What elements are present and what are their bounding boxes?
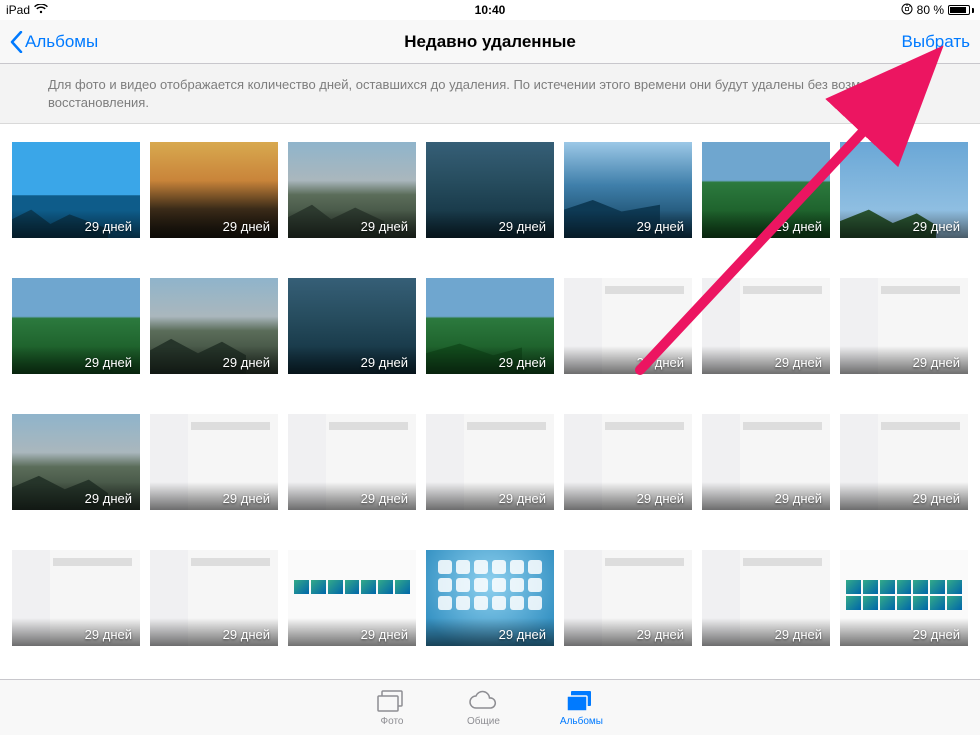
photo-thumb[interactable]: 29 дней <box>564 414 692 510</box>
orientation-lock-icon <box>901 3 913 18</box>
page-title: Недавно удаленные <box>404 32 576 52</box>
photo-thumb[interactable]: 29 дней <box>150 142 278 238</box>
tab-shared[interactable]: Общие <box>467 688 500 727</box>
days-remaining: 29 дней <box>775 355 822 370</box>
nav-bar: Альбомы Недавно удаленные Выбрать <box>0 20 980 64</box>
days-remaining: 29 дней <box>223 627 270 642</box>
photo-thumb[interactable]: 29 дней <box>150 414 278 510</box>
days-remaining: 29 дней <box>913 219 960 234</box>
status-bar: iPad 10:40 80 % <box>0 0 980 20</box>
photo-thumb[interactable]: 29 дней <box>840 142 968 238</box>
days-remaining: 29 дней <box>775 219 822 234</box>
days-remaining: 29 дней <box>85 219 132 234</box>
device-label: iPad <box>6 3 30 17</box>
cloud-icon <box>467 688 499 714</box>
photo-thumb[interactable]: 29 дней <box>840 278 968 374</box>
tab-albums[interactable]: Альбомы <box>560 688 603 727</box>
photo-thumb[interactable]: 29 дней <box>564 550 692 646</box>
photo-thumb[interactable]: 29 дней <box>426 550 554 646</box>
days-remaining: 29 дней <box>85 355 132 370</box>
days-remaining: 29 дней <box>499 219 546 234</box>
days-remaining: 29 дней <box>223 491 270 506</box>
photo-thumb[interactable]: 29 дней <box>288 142 416 238</box>
tab-label: Фото <box>381 716 404 727</box>
days-remaining: 29 дней <box>913 491 960 506</box>
days-remaining: 29 дней <box>499 627 546 642</box>
photo-thumb[interactable]: 29 дней <box>426 142 554 238</box>
photo-thumb[interactable]: 29 дней <box>150 278 278 374</box>
tab-photos[interactable]: Фото <box>377 688 407 727</box>
days-remaining: 29 дней <box>499 355 546 370</box>
photos-icon <box>377 688 407 714</box>
days-remaining: 29 дней <box>85 491 132 506</box>
select-button[interactable]: Выбрать <box>902 32 970 52</box>
photo-thumb[interactable]: 29 дней <box>12 550 140 646</box>
photo-thumb[interactable]: 29 дней <box>702 142 830 238</box>
photo-thumb[interactable]: 29 дней <box>702 550 830 646</box>
albums-icon <box>566 688 596 714</box>
battery-icon <box>948 5 974 15</box>
tab-label: Альбомы <box>560 716 603 727</box>
battery-percent: 80 % <box>917 3 944 17</box>
photo-thumb[interactable]: 29 дней <box>288 414 416 510</box>
photo-thumb[interactable]: 29 дней <box>564 278 692 374</box>
status-time: 10:40 <box>475 0 506 20</box>
back-label: Альбомы <box>25 32 98 52</box>
photo-thumb[interactable]: 29 дней <box>426 414 554 510</box>
days-remaining: 29 дней <box>361 627 408 642</box>
photo-grid: 29 дней 29 дней 29 дней 29 дней 29 дней … <box>0 124 980 646</box>
days-remaining: 29 дней <box>775 627 822 642</box>
photo-thumb[interactable]: 29 дней <box>840 550 968 646</box>
days-remaining: 29 дней <box>637 355 684 370</box>
days-remaining: 29 дней <box>637 219 684 234</box>
photo-thumb[interactable]: 29 дней <box>564 142 692 238</box>
photo-thumb[interactable]: 29 дней <box>12 142 140 238</box>
back-button[interactable]: Альбомы <box>10 31 98 53</box>
days-remaining: 29 дней <box>913 355 960 370</box>
days-remaining: 29 дней <box>499 491 546 506</box>
photo-thumb[interactable]: 29 дней <box>150 550 278 646</box>
days-remaining: 29 дней <box>361 355 408 370</box>
days-remaining: 29 дней <box>913 627 960 642</box>
photo-thumb[interactable]: 29 дней <box>840 414 968 510</box>
days-remaining: 29 дней <box>637 491 684 506</box>
wifi-icon <box>34 3 48 17</box>
photo-thumb[interactable]: 29 дней <box>702 414 830 510</box>
tab-label: Общие <box>467 716 500 727</box>
days-remaining: 29 дней <box>361 219 408 234</box>
chevron-left-icon <box>10 31 23 53</box>
photo-thumb[interactable]: 29 дней <box>288 550 416 646</box>
days-remaining: 29 дней <box>361 491 408 506</box>
days-remaining: 29 дней <box>223 219 270 234</box>
photo-thumb[interactable]: 29 дней <box>702 278 830 374</box>
photo-thumb[interactable]: 29 дней <box>12 278 140 374</box>
photo-thumb[interactable]: 29 дней <box>288 278 416 374</box>
tab-bar: Фото Общие Альбомы <box>0 679 980 735</box>
info-banner: Для фото и видео отображается количество… <box>0 64 980 124</box>
days-remaining: 29 дней <box>85 627 132 642</box>
days-remaining: 29 дней <box>637 627 684 642</box>
photo-thumb[interactable]: 29 дней <box>12 414 140 510</box>
days-remaining: 29 дней <box>775 491 822 506</box>
photo-thumb[interactable]: 29 дней <box>426 278 554 374</box>
days-remaining: 29 дней <box>223 355 270 370</box>
